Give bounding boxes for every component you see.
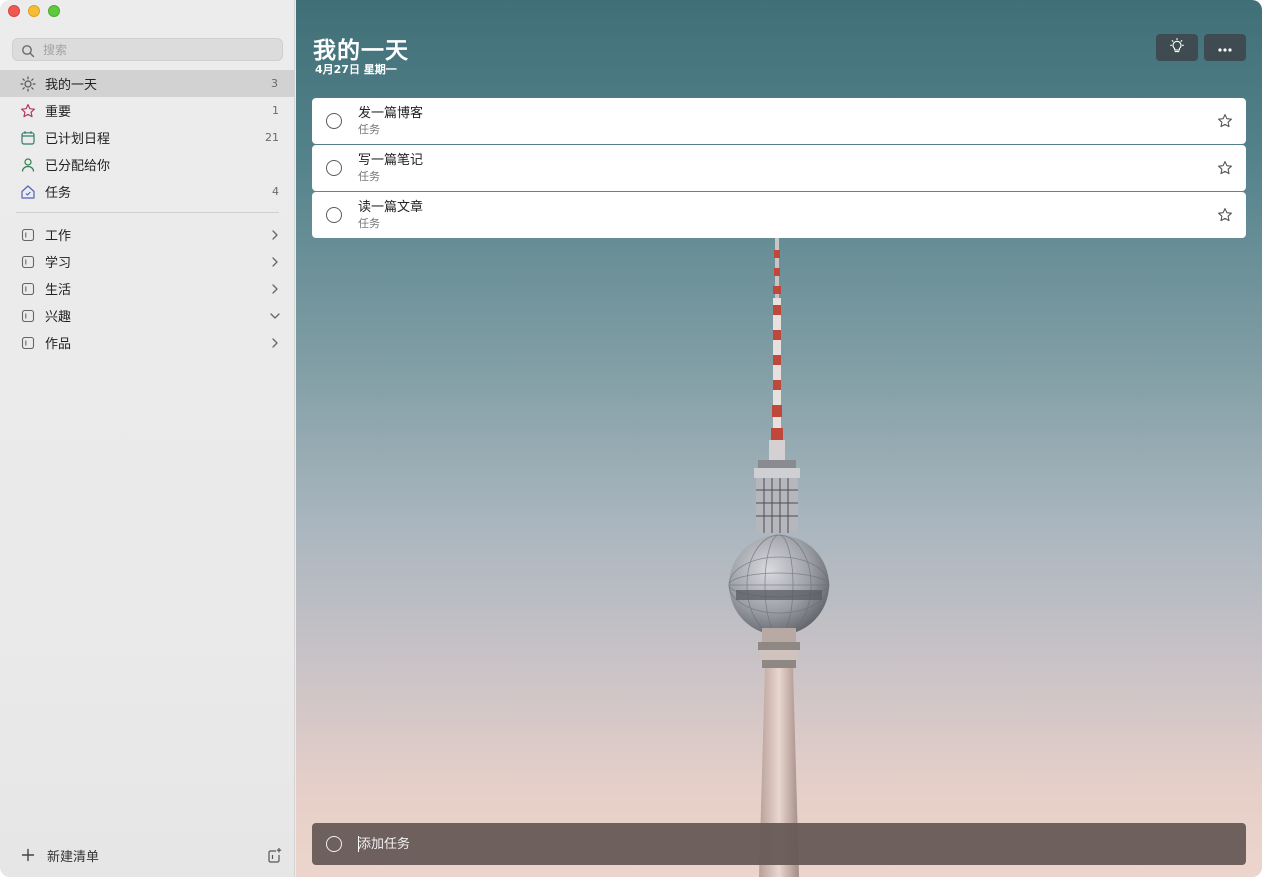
new-list-button[interactable]: 新建清单 [47,846,266,865]
suggestions-button[interactable] [1156,34,1198,61]
task-title: 读一篇文章 [358,199,424,215]
sidebar-item-important[interactable]: 重要 1 [12,97,287,124]
task-list-name: 任务 [358,122,380,136]
chevron-right-icon[interactable] [269,229,281,241]
add-task-bar[interactable] [312,823,1246,865]
task-title: 发一篇博客 [358,105,424,121]
ellipsis-icon [1217,38,1233,57]
sidebar-group-label: 学习 [45,256,72,271]
plus-icon[interactable] [20,847,36,863]
close-window-button[interactable] [8,5,20,17]
task-complete-checkbox[interactable] [326,160,342,176]
home-icon [20,184,36,200]
sidebar-group-label: 兴趣 [45,310,72,325]
main-panel: 我的一天 4月27日 星期一 发一篇博客 任务 写一篇笔记 任务 读一篇文章 任… [296,0,1262,877]
sidebar-item-count: 1 [272,104,279,117]
page-date: 4月27日 星期一 [315,63,397,76]
group-icon [20,308,36,324]
sidebar-group-label: 生活 [45,283,72,298]
task-item[interactable]: 读一篇文章 任务 [312,192,1246,238]
star-icon[interactable] [1217,160,1233,176]
group-icon [20,227,36,243]
group-icon [20,254,36,270]
task-title: 写一篇笔记 [358,152,424,168]
chevron-right-icon[interactable] [269,256,281,268]
sidebar-group-label: 工作 [45,229,72,244]
chevron-down-icon[interactable] [269,310,281,322]
maximize-window-button[interactable] [48,5,60,17]
search-input[interactable] [43,42,253,57]
star-icon[interactable] [1217,113,1233,129]
sidebar-item-count: 3 [271,77,278,90]
sidebar-item-tasks[interactable]: 任务 4 [12,178,287,205]
text-cursor [358,836,359,852]
star-icon [20,103,36,119]
task-list: 发一篇博客 任务 写一篇笔记 任务 读一篇文章 任务 [312,98,1246,239]
sidebar-item-label: 任务 [45,186,72,201]
sidebar-group-label: 作品 [45,337,72,352]
sidebar-item-count: 4 [272,185,279,198]
lightbulb-icon [1169,37,1185,58]
smart-lists: 我的一天 3 重要 1 已计划日程 21 已分配给你 任务 4 [0,70,295,205]
sun-icon [20,75,36,92]
calendar-icon [20,130,36,146]
search-icon [21,43,35,57]
add-task-circle-icon [326,836,342,852]
app-window: 我的一天 3 重要 1 已计划日程 21 已分 [0,0,1262,877]
new-list-bar: 新建清单 [20,845,282,865]
sidebar-item-label: 重要 [45,105,72,120]
page-title: 我的一天 [313,38,409,64]
search-box[interactable] [12,38,283,61]
sidebar-item-count: 21 [265,131,279,144]
new-group-icon[interactable] [266,847,282,863]
sidebar-group-study[interactable]: 学习 [12,248,287,275]
sidebar-divider [16,212,279,213]
sidebar-group-hobby[interactable]: 兴趣 [12,302,287,329]
sidebar-item-label: 已计划日程 [45,132,111,147]
sidebar-item-assigned[interactable]: 已分配给你 [12,151,287,178]
task-text: 发一篇博客 任务 [358,106,1217,137]
more-options-button[interactable] [1204,34,1246,61]
group-icon [20,335,36,351]
task-item[interactable]: 发一篇博客 任务 [312,98,1246,144]
task-complete-checkbox[interactable] [326,113,342,129]
task-list-name: 任务 [358,216,380,230]
task-item[interactable]: 写一篇笔记 任务 [312,145,1246,191]
sidebar-item-label: 我的一天 [45,78,98,93]
task-text: 写一篇笔记 任务 [358,153,1217,184]
list-groups: 工作 学习 生活 兴趣 作品 [12,221,287,356]
task-text: 读一篇文章 任务 [358,200,1217,231]
chevron-right-icon[interactable] [269,337,281,349]
sidebar-group-work[interactable]: 工作 [12,221,287,248]
group-icon [20,281,36,297]
sidebar-item-planned[interactable]: 已计划日程 21 [12,124,287,151]
task-list-name: 任务 [358,169,380,183]
minimize-window-button[interactable] [28,5,40,17]
sidebar-group-works[interactable]: 作品 [12,329,287,356]
sidebar: 我的一天 3 重要 1 已计划日程 21 已分 [0,0,295,877]
sidebar-item-my-day[interactable]: 我的一天 3 [0,70,295,97]
window-controls [8,5,60,17]
chevron-right-icon[interactable] [269,283,281,295]
sidebar-group-life[interactable]: 生活 [12,275,287,302]
star-icon[interactable] [1217,207,1233,223]
task-complete-checkbox[interactable] [326,207,342,223]
sidebar-item-label: 已分配给你 [45,159,111,174]
add-task-input[interactable] [358,836,1158,852]
person-icon [20,157,36,173]
